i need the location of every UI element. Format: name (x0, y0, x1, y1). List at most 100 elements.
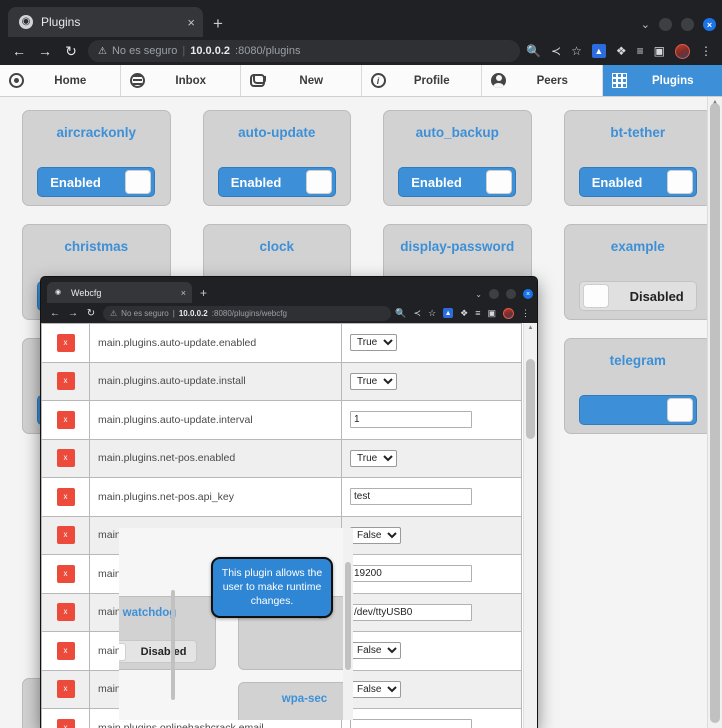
side-panel-icon[interactable]: ▣ (487, 308, 496, 319)
browser-tab-plugins[interactable]: ◉ Plugins × (8, 7, 203, 37)
config-value-input[interactable] (350, 411, 472, 429)
config-value-select[interactable]: True (350, 449, 397, 467)
config-value-select[interactable]: True (350, 372, 397, 390)
minimize-button[interactable] (659, 18, 672, 31)
delete-row-button[interactable]: x (56, 603, 75, 622)
plugin-card[interactable]: watchdog Disabled (119, 596, 216, 670)
kebab-menu-icon[interactable]: ⋮ (700, 44, 712, 58)
forward-button[interactable]: → (32, 39, 58, 63)
reload-button[interactable]: ↻ (58, 39, 84, 63)
delete-row-button[interactable]: x (56, 526, 75, 545)
webcfg-scrollbar[interactable]: ▲ (523, 323, 537, 728)
profile-avatar-icon[interactable] (675, 43, 690, 59)
plugin-card[interactable]: wpa-sec Disabled (238, 682, 353, 720)
back-button[interactable]: ← (46, 305, 64, 321)
config-value-select[interactable]: False (350, 642, 401, 660)
share-icon[interactable]: ≺ (414, 308, 422, 319)
scrollbar-thumb[interactable] (345, 562, 351, 670)
reading-list-icon[interactable]: ≡ (637, 44, 644, 58)
plugin-card[interactable]: telegram (563, 338, 712, 434)
plugin-name[interactable]: watchdog (123, 607, 177, 619)
page-scrollbar[interactable]: ▲ (707, 97, 722, 728)
config-value-input[interactable] (350, 603, 472, 621)
scrollbar-thumb[interactable] (526, 359, 535, 439)
plugin-toggle[interactable]: Disabled (119, 640, 197, 663)
inner-browser-window-webcfg[interactable]: ◉ Webcfg × + ⌄ × ← → ↻ ⚠ No es seguro | … (41, 277, 537, 728)
plugin-name[interactable]: telegram (610, 353, 666, 368)
share-icon[interactable]: ≺ (551, 44, 561, 58)
new-tab-button[interactable]: + (213, 15, 223, 32)
chevron-down-icon[interactable]: ⌄ (475, 290, 482, 299)
delete-row-button[interactable]: x (56, 641, 75, 660)
kebab-menu-icon[interactable]: ⋮ (521, 308, 530, 319)
plugin-card[interactable]: aircrackonly Enabled (22, 110, 171, 206)
plugin-card[interactable]: example Disabled (563, 224, 712, 320)
back-button[interactable]: ← (6, 39, 32, 63)
plugin-name[interactable]: christmas (64, 239, 128, 254)
extensions-puzzle-icon[interactable]: ❖ (616, 44, 627, 58)
delete-row-button[interactable]: x (56, 487, 75, 506)
plugin-name[interactable]: display-password (400, 239, 514, 254)
close-icon[interactable]: × (181, 288, 186, 298)
config-value-input[interactable] (350, 565, 472, 583)
reading-list-icon[interactable]: ≡ (475, 308, 480, 318)
maximize-button[interactable] (506, 289, 516, 299)
inner-browser-tab-webcfg[interactable]: ◉ Webcfg × (47, 282, 192, 303)
plugin-card[interactable]: auto-update Enabled (202, 110, 351, 206)
nav-item-profile[interactable]: i Profile (361, 65, 482, 96)
plugin-name[interactable]: auto-update (238, 125, 315, 140)
close-window-button[interactable]: × (703, 18, 716, 31)
config-value-select[interactable]: True (350, 334, 397, 352)
plugin-name[interactable]: aircrackonly (56, 125, 136, 140)
plugin-toggle[interactable]: Enabled (37, 167, 156, 197)
chevron-down-icon[interactable]: ⌄ (641, 18, 650, 31)
delete-row-button[interactable]: x (56, 333, 75, 352)
config-value-input[interactable] (350, 719, 472, 728)
nested-overlay-scrollbar[interactable] (343, 528, 353, 720)
shield-icon[interactable]: ▲ (591, 44, 606, 58)
delete-row-button[interactable]: x (56, 718, 75, 728)
close-window-button[interactable]: × (523, 289, 533, 299)
maximize-button[interactable] (681, 18, 694, 31)
nested-inner-scrollbar[interactable] (171, 590, 175, 700)
nav-item-inbox[interactable]: Inbox (120, 65, 241, 96)
scrollbar-thumb[interactable] (710, 103, 720, 723)
config-value-select[interactable]: False (350, 680, 401, 698)
delete-row-button[interactable]: x (56, 410, 75, 429)
plugin-toggle[interactable]: Enabled (398, 167, 517, 197)
profile-avatar-icon[interactable] (503, 307, 514, 319)
delete-row-button[interactable]: x (56, 564, 75, 583)
plugin-toggle[interactable] (578, 395, 697, 425)
shield-icon[interactable]: ▲ (443, 308, 454, 318)
minimize-button[interactable] (489, 289, 499, 299)
nav-item-home[interactable]: Home (0, 65, 121, 96)
forward-button[interactable]: → (64, 305, 82, 321)
plugin-toggle[interactable]: Enabled (578, 167, 697, 197)
zoom-icon[interactable]: 🔍 (395, 308, 406, 319)
plugin-toggle[interactable]: Disabled (578, 281, 697, 311)
plugin-card[interactable]: bt-tether Enabled (563, 110, 712, 206)
zoom-icon[interactable]: 🔍 (526, 44, 541, 58)
nav-item-plugins[interactable]: Plugins (602, 65, 722, 96)
side-panel-icon[interactable]: ▣ (654, 44, 665, 58)
nav-item-new[interactable]: New (241, 65, 362, 96)
close-icon[interactable]: × (187, 15, 195, 30)
bookmark-star-icon[interactable]: ☆ (571, 44, 582, 58)
delete-row-button[interactable]: x (56, 372, 75, 391)
plugin-name[interactable]: wpa-sec (282, 693, 327, 705)
nav-item-peers[interactable]: Peers (482, 65, 603, 96)
address-bar[interactable]: ⚠ No es seguro | 10.0.0.2 :8080/plugins (88, 40, 521, 62)
delete-row-button[interactable]: x (56, 449, 75, 468)
plugin-name[interactable]: bt-tether (610, 125, 665, 140)
new-tab-button[interactable]: + (200, 286, 207, 300)
config-value-input[interactable] (350, 488, 472, 506)
extensions-puzzle-icon[interactable]: ❖ (460, 308, 468, 319)
plugin-name[interactable]: auto_backup (416, 125, 499, 140)
plugin-name[interactable]: clock (259, 239, 294, 254)
delete-row-button[interactable]: x (56, 680, 75, 699)
scroll-up-arrow[interactable]: ▲ (524, 323, 537, 334)
plugin-name[interactable]: example (611, 239, 665, 254)
bookmark-star-icon[interactable]: ☆ (428, 308, 436, 319)
address-bar[interactable]: ⚠ No es seguro | 10.0.0.2 :8080/plugins/… (103, 305, 392, 321)
plugin-toggle[interactable]: Enabled (217, 167, 336, 197)
